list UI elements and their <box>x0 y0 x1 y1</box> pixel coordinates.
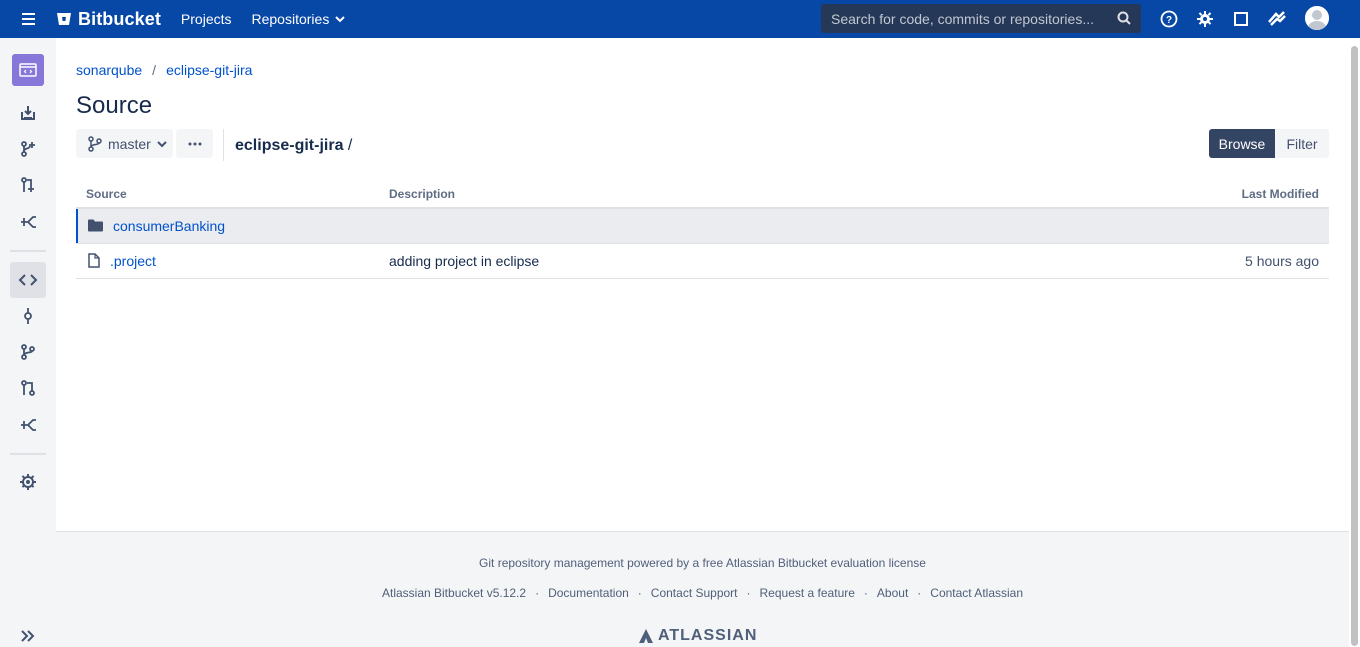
folder-icon <box>88 219 103 232</box>
search-input[interactable]: Search for code, commits or repositories… <box>821 4 1141 33</box>
bitbucket-logo-icon <box>57 13 71 25</box>
path-divider <box>223 129 224 161</box>
nav-repositories[interactable]: Repositories <box>252 11 346 27</box>
footer-dot: · <box>535 586 540 600</box>
filter-button[interactable]: Filter <box>1275 129 1329 158</box>
more-icon <box>188 142 201 145</box>
license-text: Git repository management powered by a f… <box>479 556 926 570</box>
branches-icon[interactable] <box>10 334 46 370</box>
file-link[interactable]: .project <box>110 253 156 269</box>
table-header-row: Source Description Last Modified <box>76 180 1329 209</box>
settings-icon[interactable] <box>10 464 46 500</box>
table-row[interactable]: consumerBanking <box>76 208 1329 244</box>
branch-name: master <box>108 135 151 152</box>
table-cell-description: adding project in eclipse <box>389 243 984 279</box>
fork-icon[interactable] <box>10 203 46 239</box>
footer-about[interactable]: About <box>877 586 908 600</box>
top-navigation-bar: Bitbucket Projects Repositories Search f… <box>0 0 1360 38</box>
footer-version[interactable]: Atlassian Bitbucket v5.12.2 <box>382 586 526 600</box>
breadcrumb: sonarqube / eclipse-git-jira <box>76 62 252 78</box>
page-title: Source <box>76 92 153 119</box>
scrollbar-thumb[interactable] <box>1351 46 1358 646</box>
pull-requests-icon[interactable] <box>10 370 46 406</box>
table-cell-name: consumerBanking <box>76 208 389 244</box>
table-cell-description <box>389 208 984 244</box>
footer-contact-support[interactable]: Contact Support <box>651 586 738 600</box>
folder-link[interactable]: consumerBanking <box>113 218 225 234</box>
atlassian-logo-icon <box>639 629 653 643</box>
repository-avatar[interactable] <box>12 54 44 86</box>
path-separator: / <box>343 137 353 154</box>
chevron-down-icon <box>335 16 346 23</box>
atlassian-logo[interactable]: ATLASSIAN <box>638 627 757 645</box>
app-name: Bitbucket <box>78 8 161 29</box>
help-icon[interactable]: ? <box>1159 9 1179 29</box>
table-row[interactable]: .project adding project in eclipse 5 hou… <box>76 243 1329 279</box>
tasks-icon[interactable] <box>1231 9 1251 29</box>
sidebar-divider <box>10 250 46 252</box>
atlassian-brand: ATLASSIAN <box>658 627 758 644</box>
path-repo-link[interactable]: eclipse-git-jira <box>235 137 343 154</box>
create-pull-request-icon[interactable] <box>10 167 46 203</box>
column-header-source: Source <box>76 180 389 209</box>
expand-sidebar-icon[interactable] <box>10 618 46 647</box>
create-branch-icon[interactable] <box>10 131 46 167</box>
column-header-description: Description <box>389 180 984 209</box>
forks-icon[interactable] <box>10 406 46 442</box>
footer-dot: · <box>746 586 751 600</box>
settings-icon[interactable] <box>1195 9 1215 29</box>
search-placeholder: Search for code, commits or repositories… <box>831 10 1094 27</box>
chevron-down-icon <box>157 140 167 147</box>
avatar[interactable] <box>1305 6 1329 30</box>
footer-links: Atlassian Bitbucket v5.12.2 · Documentat… <box>56 586 1349 600</box>
clone-icon[interactable] <box>10 95 46 131</box>
file-icon <box>88 253 100 268</box>
nav-projects[interactable]: Projects <box>181 11 232 27</box>
scrollbar[interactable] <box>1349 38 1360 647</box>
notifications-icon[interactable] <box>1267 9 1287 29</box>
breadcrumb-project[interactable]: sonarqube <box>76 62 142 78</box>
menu-icon[interactable] <box>10 0 48 38</box>
sidebar-divider <box>10 453 46 455</box>
footer: Git repository management powered by a f… <box>56 531 1349 647</box>
branch-selector[interactable]: master <box>76 129 173 158</box>
bitbucket-logo[interactable]: Bitbucket <box>56 9 161 30</box>
search-icon <box>1117 11 1131 25</box>
table-cell-modified: 5 hours ago <box>983 243 1329 279</box>
footer-request-feature[interactable]: Request a feature <box>760 586 855 600</box>
footer-dot: · <box>637 586 642 600</box>
table-cell-modified <box>983 208 1329 244</box>
sidebar <box>0 38 56 647</box>
main-content: sonarqube / eclipse-git-jira Source mast… <box>56 38 1349 647</box>
nav-repositories-label: Repositories <box>251 11 330 27</box>
browse-button[interactable]: Browse <box>1209 129 1275 158</box>
footer-dot: · <box>917 586 922 600</box>
footer-documentation[interactable]: Documentation <box>548 586 629 600</box>
footer-contact-atlassian[interactable]: Contact Atlassian <box>930 586 1023 600</box>
commits-icon[interactable] <box>10 298 46 334</box>
footer-dot: · <box>863 586 868 600</box>
file-table: Source Description Last Modified consume… <box>76 180 1329 279</box>
file-path: eclipse-git-jira / <box>235 137 352 155</box>
branch-icon <box>88 135 102 152</box>
svg-text:?: ? <box>1166 15 1172 26</box>
more-actions-button[interactable] <box>176 129 213 158</box>
source-icon[interactable] <box>10 262 46 298</box>
column-header-last-modified: Last Modified <box>983 180 1329 209</box>
table-cell-name: .project <box>76 243 389 279</box>
breadcrumb-separator: / <box>152 62 157 78</box>
breadcrumb-repo[interactable]: eclipse-git-jira <box>166 62 252 78</box>
